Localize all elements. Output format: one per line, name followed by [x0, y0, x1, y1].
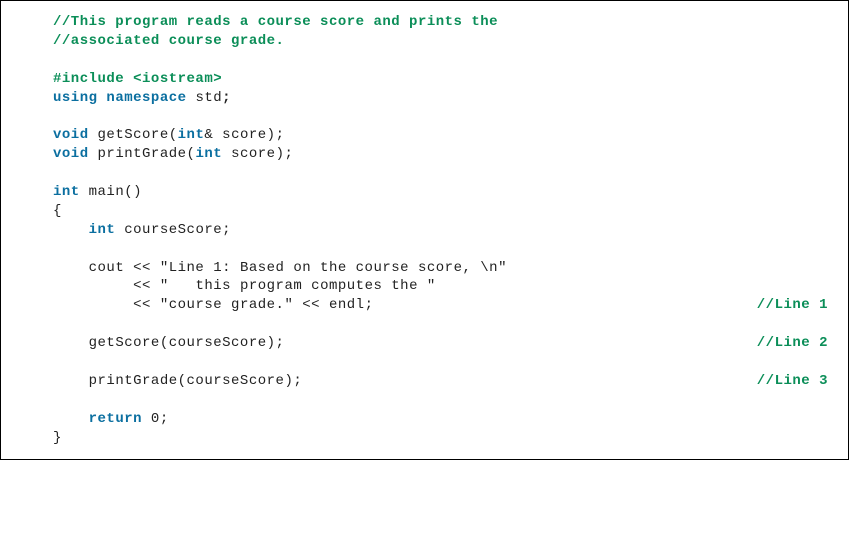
id-lshift1: << [133, 278, 160, 294]
kw-int: int [178, 127, 205, 143]
code-block: //This program reads a course score and … [0, 0, 849, 460]
kw-void: void [53, 127, 89, 143]
id-endl: << endl; [293, 297, 373, 313]
comment-line-3: //Line 3 [757, 372, 836, 391]
comment-line-2: //Line 2 [757, 334, 836, 353]
lit-zero: 0; [142, 411, 169, 427]
semicolon: ; [222, 90, 231, 106]
kw-int: int [89, 222, 116, 238]
kw-int: int [53, 184, 80, 200]
id-cout: cout << [89, 260, 160, 276]
comment-header-1: //This program reads a course score and … [53, 14, 498, 30]
id-lshift2: << [133, 297, 160, 313]
kw-void: void [53, 146, 89, 162]
kw-int: int [195, 146, 222, 162]
id-amp-score: & score); [204, 127, 284, 143]
id-score-paren: score); [231, 146, 293, 162]
id-main-decl: main() [89, 184, 142, 200]
id-coursescore-decl: courseScore; [124, 222, 231, 238]
str-line1b: " this program computes the " [160, 278, 436, 294]
id-std: std [195, 90, 222, 106]
id-getscore-decl: getScore( [98, 127, 178, 143]
comment-header-2: //associated course grade. [53, 33, 284, 49]
kw-using: using [53, 90, 98, 106]
preprocessor-include: #include <iostream> [53, 71, 222, 87]
kw-return: return [89, 411, 142, 427]
id-printgrade-call: printGrade(courseScore); [89, 373, 303, 389]
id-printgrade-decl: printGrade( [98, 146, 196, 162]
id-getscore-call: getScore(courseScore); [89, 335, 285, 351]
str-line1c: "course grade." [160, 297, 294, 313]
rbrace: } [53, 430, 62, 446]
lbrace: { [53, 203, 62, 219]
comment-line-1: //Line 1 [757, 296, 836, 315]
str-line1a: "Line 1: Based on the course score, \n" [160, 260, 507, 276]
kw-namespace: namespace [106, 90, 186, 106]
